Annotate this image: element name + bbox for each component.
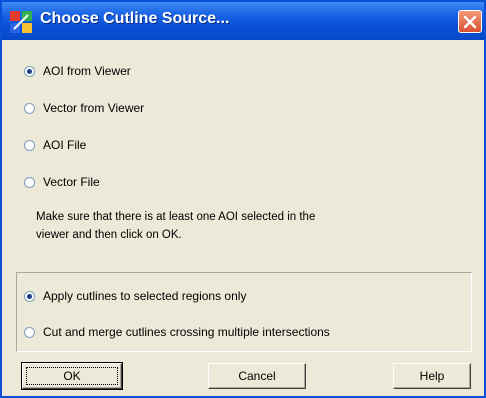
cancel-button[interactable]: Cancel: [208, 363, 306, 389]
radio-cut-and-merge[interactable]: Cut and merge cutlines crossing multiple…: [24, 322, 330, 342]
radio-button[interactable]: [24, 176, 35, 188]
radio-label: Vector from Viewer: [43, 101, 145, 115]
radio-aoi-from-viewer[interactable]: AOI from Viewer: [24, 61, 131, 81]
radio-button[interactable]: [24, 65, 35, 77]
radio-vector-file[interactable]: Vector File: [24, 172, 100, 192]
radio-label: Cut and merge cutlines crossing multiple…: [43, 325, 330, 339]
radio-button[interactable]: [24, 290, 35, 302]
help-button[interactable]: Help: [393, 363, 471, 389]
radio-apply-selected-regions[interactable]: Apply cutlines to selected regions only: [24, 286, 246, 306]
title-bar[interactable]: Choose Cutline Source...: [2, 2, 484, 40]
note-line-2: viewer and then click on OK.: [36, 229, 182, 241]
radio-button[interactable]: [24, 139, 35, 151]
radio-label: Vector File: [43, 175, 100, 189]
radio-button[interactable]: [24, 326, 35, 338]
note-line-1: Make sure that there is at least one AOI…: [36, 211, 316, 223]
dialog-window: Choose Cutline Source... AOI from Viewer…: [0, 0, 486, 398]
radio-button[interactable]: [24, 102, 35, 114]
radio-label: AOI File: [43, 138, 87, 152]
close-icon: [463, 15, 477, 29]
app-icon: [10, 11, 32, 33]
close-button[interactable]: [458, 10, 482, 33]
ok-button[interactable]: OK: [21, 362, 123, 390]
radio-vector-from-viewer[interactable]: Vector from Viewer: [24, 98, 144, 118]
radio-label: AOI from Viewer: [43, 64, 131, 78]
instruction-note: Make sure that there is at least one AOI…: [36, 208, 436, 244]
dialog-title: Choose Cutline Source...: [40, 10, 230, 27]
radio-label: Apply cutlines to selected regions only: [43, 289, 247, 303]
radio-aoi-file[interactable]: AOI File: [24, 135, 86, 155]
